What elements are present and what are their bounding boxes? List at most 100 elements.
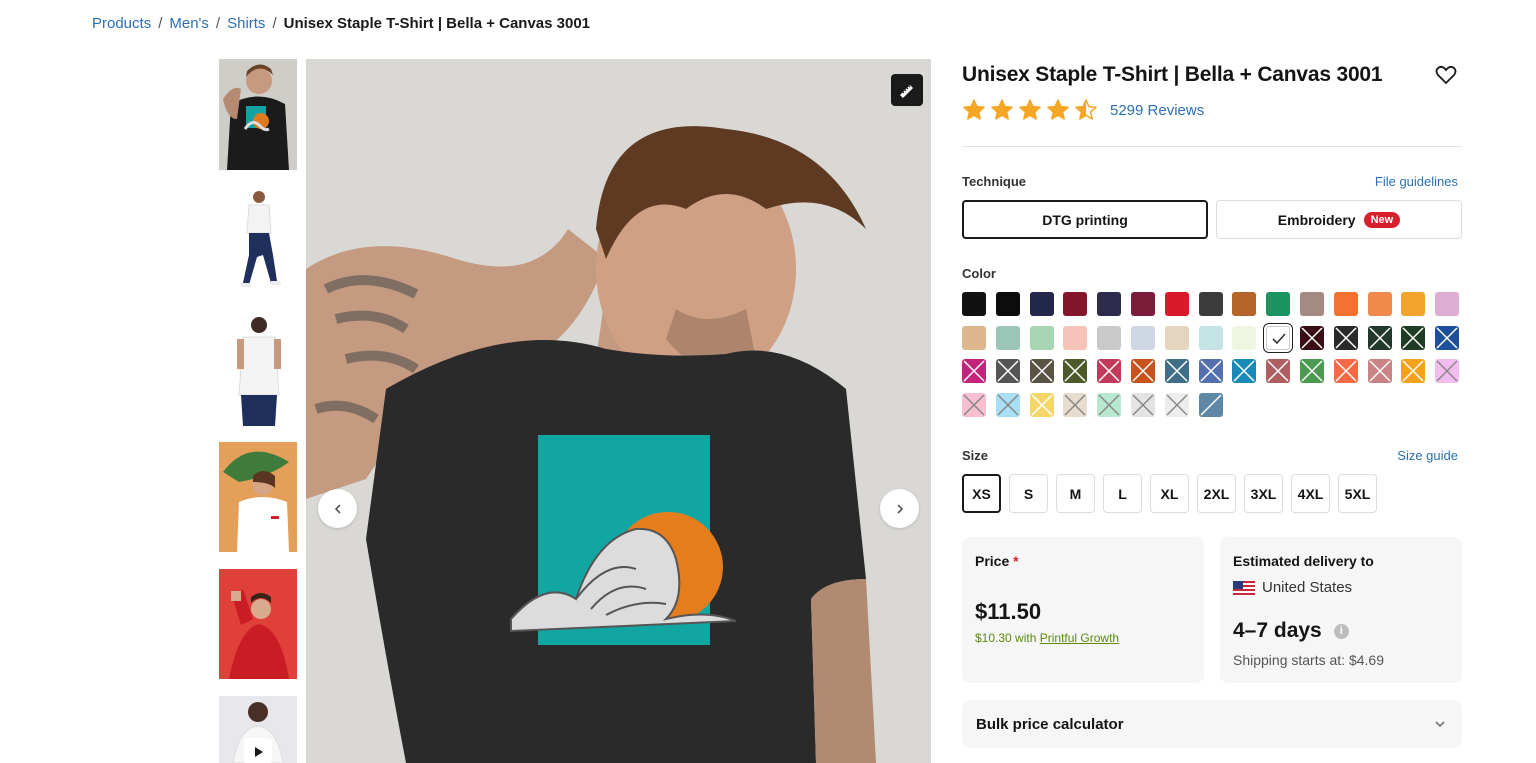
title-row: Unisex Staple T-Shirt | Bella + Canvas 3… — [962, 63, 1462, 87]
color-swatch[interactable] — [1198, 292, 1223, 316]
thumbnail-white-tee-back[interactable] — [219, 315, 297, 426]
color-swatch[interactable] — [1029, 392, 1054, 417]
heart-icon[interactable] — [1434, 63, 1458, 87]
thumbnail-black-tee-model[interactable] — [219, 59, 297, 170]
size-guide-link[interactable]: Size guide — [1397, 448, 1458, 463]
thumbnail-red-tee[interactable] — [219, 569, 297, 679]
color-swatch[interactable] — [995, 292, 1020, 316]
color-swatch[interactable] — [1097, 359, 1122, 383]
color-swatch[interactable] — [1198, 392, 1223, 417]
star-full-icon — [963, 99, 985, 120]
breadcrumb-separator: / — [215, 15, 221, 32]
color-swatch[interactable] — [962, 359, 986, 383]
size-xl[interactable]: XL — [1150, 474, 1189, 513]
color-swatch[interactable] — [1063, 292, 1088, 316]
size-s[interactable]: S — [1009, 474, 1048, 513]
color-swatch[interactable] — [1367, 292, 1392, 316]
color-swatch[interactable] — [1435, 359, 1460, 383]
color-swatch[interactable] — [995, 392, 1020, 417]
color-swatch[interactable] — [1164, 325, 1189, 350]
reviews-link[interactable]: 5299 Reviews — [1110, 102, 1204, 119]
color-swatch[interactable] — [1232, 359, 1257, 383]
size-2xl[interactable]: 2XL — [1197, 474, 1236, 513]
color-swatch[interactable] — [995, 325, 1020, 350]
color-swatch[interactable] — [1198, 359, 1223, 383]
technique-embroidery-button[interactable]: Embroidery New — [1216, 200, 1462, 239]
color-swatch[interactable] — [1029, 292, 1054, 316]
delivery-country-name: United States — [1262, 579, 1353, 596]
star-full-icon — [1019, 99, 1041, 120]
growth-price-prefix: $10.30 with — [975, 631, 1037, 645]
bulk-price-calculator[interactable]: Bulk price calculator — [962, 700, 1462, 748]
color-swatch[interactable] — [1029, 359, 1054, 383]
thumbnail-white-tee-leaf[interactable] — [219, 442, 297, 552]
price-card: Price * $11.50 $10.30 with Printful Grow… — [962, 537, 1204, 683]
color-swatch[interactable] — [1367, 325, 1392, 350]
breadcrumb-current: Unisex Staple T-Shirt | Bella + Canvas 3… — [283, 15, 591, 32]
chevron-right-icon[interactable] — [880, 489, 919, 528]
color-swatch[interactable] — [962, 392, 986, 417]
color-swatch[interactable] — [1266, 292, 1291, 316]
file-guidelines-link[interactable]: File guidelines — [1375, 174, 1458, 189]
size-3xl[interactable]: 3XL — [1244, 474, 1283, 513]
color-swatch[interactable] — [1164, 359, 1189, 383]
color-swatch[interactable] — [1063, 325, 1088, 350]
size-m[interactable]: M — [1056, 474, 1095, 513]
printful-growth-link[interactable]: Printful Growth — [1040, 631, 1119, 645]
color-swatch[interactable] — [1097, 325, 1122, 350]
color-swatch[interactable] — [1333, 325, 1358, 350]
color-swatch[interactable] — [1401, 359, 1426, 383]
delivery-country[interactable]: United States — [1233, 579, 1352, 596]
product-title: Unisex Staple T-Shirt | Bella + Canvas 3… — [962, 63, 1383, 86]
color-swatch[interactable] — [1263, 322, 1294, 353]
size-5xl[interactable]: 5XL — [1338, 474, 1377, 513]
price-value: $11.50 — [975, 599, 1042, 624]
color-swatch[interactable] — [962, 292, 986, 316]
color-swatch[interactable] — [1232, 292, 1257, 316]
size-4xl[interactable]: 4XL — [1291, 474, 1330, 513]
technique-dtg-button[interactable]: DTG printing — [962, 200, 1208, 239]
color-swatch[interactable] — [1401, 292, 1426, 316]
color-swatch[interactable] — [1300, 292, 1324, 316]
color-swatch[interactable] — [1131, 292, 1155, 316]
color-swatch[interactable] — [1401, 325, 1426, 350]
color-swatch[interactable] — [1131, 359, 1155, 383]
color-swatch[interactable] — [1333, 359, 1358, 383]
color-swatch[interactable] — [1266, 359, 1291, 383]
thumbnail-video[interactable] — [219, 696, 297, 763]
color-swatch[interactable] — [1333, 292, 1358, 316]
info-icon[interactable]: i — [1333, 623, 1349, 639]
breadcrumb-products[interactable]: Products — [92, 15, 151, 32]
growth-price: $10.30 with Printful Growth — [975, 631, 1119, 645]
thumbnail-white-tee-walking[interactable] — [219, 185, 297, 296]
color-swatch[interactable] — [995, 359, 1020, 383]
price-label: Price — [975, 553, 1010, 569]
breadcrumb-separator: / — [272, 15, 277, 32]
chevron-left-icon[interactable] — [318, 489, 357, 528]
color-swatch[interactable] — [1164, 292, 1189, 316]
size-l[interactable]: L — [1103, 474, 1142, 513]
color-swatch[interactable] — [1131, 392, 1155, 417]
color-swatch[interactable] — [1198, 325, 1223, 350]
color-swatch[interactable] — [1232, 325, 1257, 350]
price-label-row: Price * — [975, 553, 1019, 569]
color-swatch[interactable] — [1131, 325, 1155, 350]
size-xs[interactable]: XS — [962, 474, 1001, 513]
color-swatch[interactable] — [1435, 325, 1460, 350]
color-swatch[interactable] — [1097, 392, 1122, 417]
color-swatch[interactable] — [1367, 359, 1392, 383]
ruler-icon[interactable] — [891, 74, 923, 106]
color-swatch[interactable] — [1300, 359, 1324, 383]
breadcrumb-mens[interactable]: Men's — [169, 15, 209, 32]
breadcrumb-shirts[interactable]: Shirts — [227, 15, 265, 32]
color-swatch[interactable] — [1063, 359, 1088, 383]
color-swatch[interactable] — [1029, 325, 1054, 350]
color-swatch[interactable] — [1097, 292, 1122, 316]
color-swatch[interactable] — [1164, 392, 1189, 417]
color-swatch[interactable] — [962, 325, 986, 350]
main-product-image — [306, 59, 931, 763]
size-label: Size — [962, 448, 989, 463]
color-swatch[interactable] — [1435, 292, 1460, 316]
color-swatch[interactable] — [1300, 325, 1324, 350]
color-swatch[interactable] — [1063, 392, 1088, 417]
